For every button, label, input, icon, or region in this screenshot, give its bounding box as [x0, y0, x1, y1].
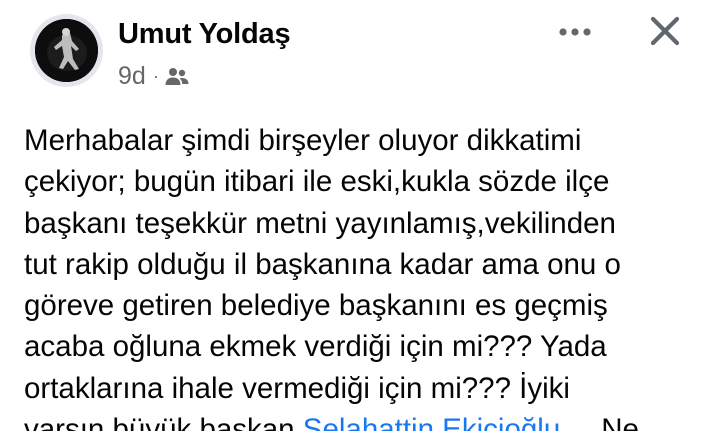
close-button[interactable] — [642, 12, 688, 54]
post-line: Merhabalar şimdi birşeyler oluyor dikkat… — [24, 124, 582, 157]
post-line: acaba oğluna ekmek verdiği için mi??? Ya… — [24, 330, 607, 364]
friends-icon[interactable] — [165, 66, 189, 88]
post-meta: 9d · — [118, 62, 189, 91]
post-line: tut rakip olduğu il başkanına kadar ama … — [24, 247, 621, 281]
close-icon — [649, 15, 681, 52]
post-line-prefix: varsın büyük başkan — [24, 413, 303, 431]
more-horizontal-icon — [558, 24, 592, 42]
post-line: göreve getiren belediye başkanını es geç… — [24, 289, 608, 323]
post-line: başkanı teşekkür metni yayınlamış,vekili… — [24, 206, 616, 240]
post-timestamp[interactable]: 9d — [118, 62, 146, 91]
post-line-last: varsın büyük başkan Selahattin Ekicioğlu… — [24, 409, 706, 431]
post-line: ortaklarına ihale vermediği için mi??? İ… — [24, 371, 570, 405]
post-line: çekiyor; bugün itibari ile eski,kukla sö… — [24, 165, 610, 199]
post-body: Merhabalar şimdi birşeyler oluyor dikkat… — [24, 120, 706, 431]
more-options-button[interactable] — [552, 18, 598, 48]
avatar-photo — [35, 19, 98, 82]
mention-link[interactable]: Selahattin Ekicioğlu — [303, 413, 560, 431]
see-more-link[interactable]: ... Ne — [560, 413, 639, 431]
author-name[interactable]: Umut Yoldaş — [118, 18, 291, 51]
avatar[interactable] — [30, 14, 103, 87]
meta-separator: · — [152, 66, 159, 86]
